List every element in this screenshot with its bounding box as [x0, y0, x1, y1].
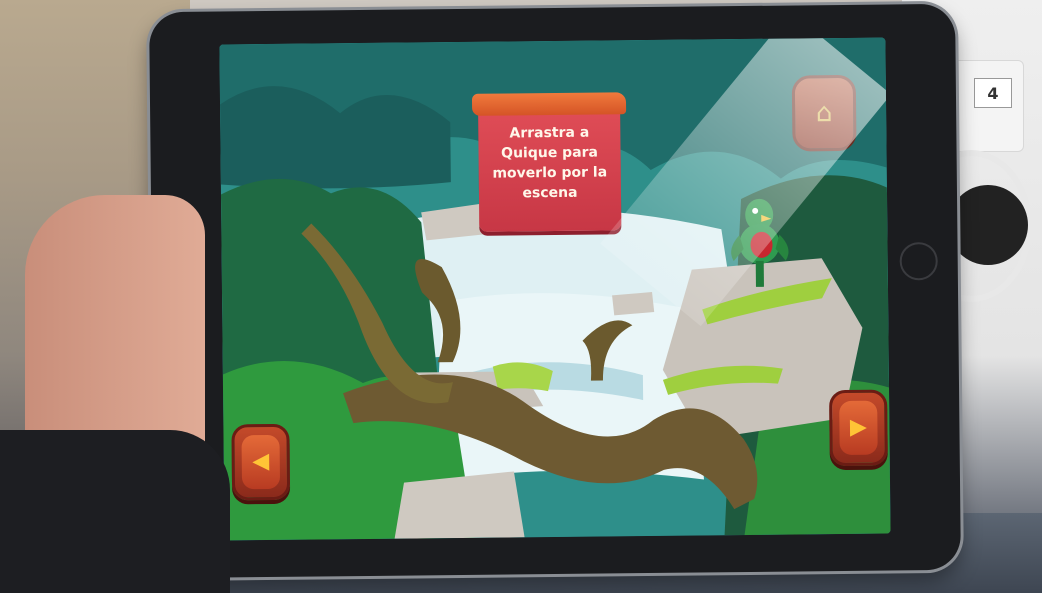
instruction-sign: Arrastra a Quique para moverlo por la es…: [471, 92, 627, 232]
headphones: [948, 185, 1028, 265]
game-screen: Arrastra a Quique para moverlo por la es…: [219, 37, 891, 541]
arrow-left-icon: ◀: [252, 449, 270, 475]
instruction-text: Arrastra a Quique para moverlo por la es…: [492, 124, 608, 202]
home-icon: ⌂: [815, 98, 833, 129]
previous-button-inner: ◀: [241, 434, 281, 490]
sleeve: [0, 430, 230, 593]
next-scene-button[interactable]: ▶: [829, 389, 888, 467]
home-game-button[interactable]: ⌂: [791, 74, 857, 152]
previous-scene-button[interactable]: ◀: [231, 423, 291, 501]
arrow-right-icon: ▶: [849, 414, 868, 440]
next-button-inner: ▶: [839, 400, 878, 456]
outlet-label: 4: [974, 78, 1012, 108]
tablet-home-button[interactable]: [899, 241, 938, 281]
tablet-device: Arrastra a Quique para moverlo por la es…: [149, 3, 961, 579]
rock-small: [612, 291, 655, 316]
sign-top-plank: [471, 92, 627, 116]
